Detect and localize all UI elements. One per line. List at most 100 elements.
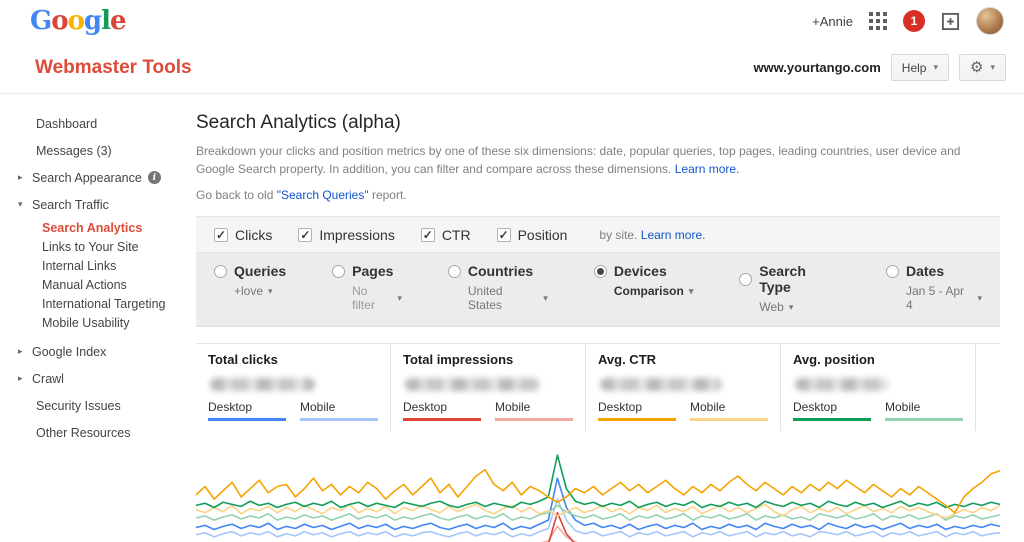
queries-radio[interactable] <box>214 265 227 278</box>
legend-label: Mobile <box>885 400 920 414</box>
go-back-suffix: report. <box>369 188 407 202</box>
apps-grid-glyph <box>869 12 887 30</box>
ctr-checkbox[interactable]: ✓ <box>421 228 435 242</box>
sidebar-item-mobile-usability[interactable]: Mobile Usability <box>0 313 186 332</box>
sidebar-item-label: Search Appearance <box>32 171 142 185</box>
position-checkbox-group[interactable]: ✓ Position <box>497 227 568 243</box>
sidebar-item-search-traffic[interactable]: ▾ Search Traffic <box>0 191 186 218</box>
sidebar-item-search-appearance[interactable]: ▸ Search Appearance i <box>0 164 186 191</box>
clicks-checkbox-label: Clicks <box>235 227 272 243</box>
settings-button[interactable]: ⚙ ▾ <box>959 54 1006 81</box>
chart-lines <box>196 451 1000 542</box>
devices-filter-dropdown[interactable]: Comparison ▾ <box>614 284 694 298</box>
dimension-devices[interactable]: Devices Comparison ▾ <box>594 263 694 314</box>
app-header: Webmaster Tools www.yourtango.com Help ▾… <box>0 42 1024 94</box>
logo-letter: g <box>84 6 101 36</box>
sidebar-item-label: Messages (3) <box>36 144 112 158</box>
clicks-desktop-legend[interactable]: Desktop <box>208 400 286 421</box>
app-title: Webmaster Tools <box>35 57 192 79</box>
notifications-badge[interactable]: 1 <box>903 10 925 32</box>
dimension-dates[interactable]: Dates Jan 5 - Apr 4 ▾ <box>886 263 982 314</box>
clicks-checkbox-group[interactable]: ✓ Clicks <box>214 227 272 243</box>
chart-plot-area[interactable] <box>196 451 1000 542</box>
add-box-glyph <box>941 12 960 31</box>
sidebar-item-crawl[interactable]: ▸ Crawl <box>0 365 186 392</box>
ctr-mobile-legend[interactable]: Mobile <box>690 400 768 421</box>
sidebar-item-security-issues[interactable]: Security Issues <box>0 392 186 419</box>
ctr-checkbox-group[interactable]: ✓ CTR <box>421 227 471 243</box>
go-back-prefix: Go back to old <box>196 188 277 202</box>
ctr-desktop-legend[interactable]: Desktop <box>598 400 676 421</box>
caret-right-icon: ▸ <box>18 346 32 357</box>
caret-down-icon: ▾ <box>689 286 694 297</box>
impressions-mobile-legend[interactable]: Mobile <box>495 400 573 421</box>
sidebar-item-internal-links[interactable]: Internal Links <box>0 256 186 275</box>
sidebar-item-google-index[interactable]: ▸ Google Index <box>0 338 186 365</box>
avg-position-title: Avg. position <box>793 352 963 367</box>
learn-more-link[interactable]: Learn more. <box>675 162 740 176</box>
sidebar-item-label: International Targeting <box>42 297 165 311</box>
position-desktop-legend[interactable]: Desktop <box>793 400 871 421</box>
sidebar-item-label: Search Traffic <box>32 198 109 212</box>
caret-down-icon: ▾ <box>977 293 982 304</box>
impressions-desktop-legend[interactable]: Desktop <box>403 400 481 421</box>
sidebar-item-label: Crawl <box>32 372 64 386</box>
total-clicks-card: Total clicks Desktop Mobile <box>196 344 391 431</box>
avg-ctr-title: Avg. CTR <box>598 352 768 367</box>
caret-down-icon: ▾ <box>990 62 995 73</box>
clicks-mobile-legend[interactable]: Mobile <box>300 400 378 421</box>
sidebar-item-manual-actions[interactable]: Manual Actions <box>0 275 186 294</box>
sidebar-item-label: Dashboard <box>36 117 97 131</box>
page-description: Breakdown your clicks and position metri… <box>196 142 1000 178</box>
pages-filter-dropdown[interactable]: No filter ▾ <box>352 284 402 312</box>
impressions-checkbox-group[interactable]: ✓ Impressions <box>298 227 394 243</box>
sidebar-item-label: Search Analytics <box>42 221 142 235</box>
sidebar-item-label: Other Resources <box>36 426 130 440</box>
sidebar-item-other-resources[interactable]: Other Resources <box>0 419 186 446</box>
dimension-countries[interactable]: Countries United States ▾ <box>448 263 548 314</box>
avg-position-card: Avg. position Desktop Mobile <box>781 344 976 431</box>
by-site-learn-more-link[interactable]: Learn more. <box>641 228 706 242</box>
avatar[interactable] <box>976 7 1004 35</box>
search-type-filter-dropdown[interactable]: Web ▾ <box>759 300 840 314</box>
search-queries-link[interactable]: "Search Queries" <box>277 188 369 202</box>
sidebar-item-messages[interactable]: Messages (3) <box>0 137 186 164</box>
sidebar-item-links-to-your-site[interactable]: Links to Your Site <box>0 237 186 256</box>
devices-radio[interactable] <box>594 265 607 278</box>
search-type-radio[interactable] <box>739 273 752 286</box>
google-logo[interactable]: Google <box>30 6 126 36</box>
total-impressions-card: Total impressions Desktop Mobile <box>391 344 586 431</box>
sidebar-item-label: Mobile Usability <box>42 316 130 330</box>
position-mobile-legend[interactable]: Mobile <box>885 400 963 421</box>
redacted-value <box>405 378 541 391</box>
countries-radio[interactable] <box>448 265 461 278</box>
google-topbar: Google +Annie 1 <box>0 0 1024 42</box>
position-checkbox[interactable]: ✓ <box>497 228 511 242</box>
analytics-chart[interactable]: 1/9/151/13/151/17/151/21/151/25/151/29/1… <box>196 451 1000 542</box>
legend-label: Mobile <box>690 400 725 414</box>
gear-icon: ⚙ <box>970 60 983 75</box>
dimension-pages[interactable]: Pages No filter ▾ <box>332 263 402 314</box>
account-name-link[interactable]: +Annie <box>812 14 853 29</box>
dimensions-bar: Queries +love ▾ Pages No filter ▾ <box>196 253 1000 327</box>
avg-ctr-card: Avg. CTR Desktop Mobile <box>586 344 781 431</box>
dimension-queries[interactable]: Queries +love ▾ <box>214 263 286 314</box>
add-box-icon[interactable] <box>941 12 960 31</box>
sidebar-item-search-analytics[interactable]: Search Analytics <box>0 218 186 237</box>
dates-filter-dropdown[interactable]: Jan 5 - Apr 4 ▾ <box>906 284 982 312</box>
info-icon[interactable]: i <box>148 171 161 184</box>
impressions-checkbox[interactable]: ✓ <box>298 228 312 242</box>
main-content: Search Analytics (alpha) Breakdown your … <box>186 94 1024 542</box>
pages-radio[interactable] <box>332 265 345 278</box>
sidebar-item-international-targeting[interactable]: International Targeting <box>0 294 186 313</box>
dates-radio[interactable] <box>886 265 899 278</box>
dimension-search-type[interactable]: Search Type Web ▾ <box>739 263 840 314</box>
sidebar-item-dashboard[interactable]: Dashboard <box>0 110 186 137</box>
help-button[interactable]: Help ▾ <box>891 54 949 81</box>
countries-filter-dropdown[interactable]: United States ▾ <box>468 284 548 312</box>
queries-filter-dropdown[interactable]: +love ▾ <box>234 284 286 298</box>
logo-letter: G <box>30 6 51 36</box>
apps-grid-icon[interactable] <box>869 12 887 30</box>
clicks-checkbox[interactable]: ✓ <box>214 228 228 242</box>
logo-letter: o <box>68 6 84 36</box>
